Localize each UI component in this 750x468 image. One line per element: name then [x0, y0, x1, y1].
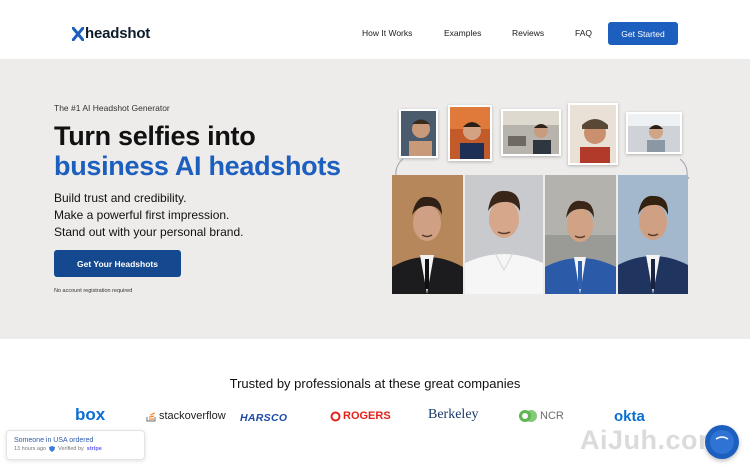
verified-shield-icon	[49, 446, 56, 452]
logo-text: headshot	[85, 25, 151, 42]
watermark: AiJuh.com	[580, 425, 723, 455]
hero-subline-1: Build trust and credibility.	[54, 191, 187, 205]
toast-meta: 13 hours ago Verified by stripe	[14, 446, 102, 452]
selfie-photo-3	[501, 109, 561, 156]
no-registration-note: No account registration required	[54, 288, 133, 294]
hero-subline-3: Stand out with your personal brand.	[54, 225, 244, 239]
nav-reviews[interactable]: Reviews	[512, 28, 544, 38]
stackoverflow-icon	[146, 412, 156, 422]
toast-verified-label: Verified by	[58, 446, 84, 452]
hero-section: The #1 AI Headshot Generator Turn selfie…	[0, 59, 750, 339]
headshot-result-3	[545, 175, 616, 294]
hero-headline-line1: Turn selfies into	[54, 121, 256, 151]
brand-ncr-logo: NCR	[518, 409, 564, 423]
trusted-heading: Trusted by professionals at these great …	[229, 376, 521, 391]
brand-stackoverflow-logo: stackoverflow	[146, 410, 226, 422]
hero-subline-2: Make a powerful first impression.	[54, 208, 230, 222]
get-started-button[interactable]: Get Started	[608, 22, 678, 45]
selfie-photo-5	[626, 112, 682, 154]
headshot-result-4	[618, 175, 688, 294]
hero-eyebrow: The #1 AI Headshot Generator	[54, 103, 170, 113]
stackoverflow-text: stackoverflow	[159, 410, 226, 422]
rogers-text: ROGERS	[343, 410, 391, 422]
selfie-photo-1	[399, 109, 438, 158]
headshot-result-2	[465, 175, 543, 294]
ncr-text: NCR	[540, 410, 564, 422]
selfie-photo-2	[448, 105, 492, 161]
nav-how-it-works[interactable]: How It Works	[362, 28, 412, 38]
brand-berkeley-logo: Berkeley	[428, 407, 479, 422]
selfie-photo-4	[568, 103, 618, 165]
nav-faq[interactable]: FAQ	[575, 28, 592, 38]
brand-okta-logo: okta	[614, 408, 645, 425]
recent-order-toast[interactable]: Someone in USA ordered 13 hours ago Veri…	[6, 430, 145, 460]
brand-rogers-logo: ROGERS	[330, 410, 391, 422]
top-navbar: headshot How It Works Examples Reviews F…	[0, 0, 750, 59]
nav-examples[interactable]: Examples	[444, 28, 481, 38]
stripe-logo: stripe	[86, 446, 102, 452]
toast-time: 13 hours ago	[14, 446, 47, 452]
ncr-icon	[519, 410, 537, 422]
headshot-result-1	[392, 175, 463, 294]
brand-harsco-logo: HARSCO	[240, 412, 288, 424]
chat-bubble-button[interactable]	[705, 425, 739, 459]
get-your-headshots-button[interactable]: Get Your Headshots	[54, 250, 181, 277]
logo[interactable]: headshot	[72, 25, 150, 42]
brand-box-logo: box	[75, 405, 106, 424]
rogers-icon	[330, 411, 341, 421]
toast-title: Someone in USA ordered	[14, 437, 94, 444]
hero-headline-line2: business AI headshots	[54, 151, 341, 181]
chat-icon	[710, 430, 734, 454]
x-logo-icon	[72, 26, 84, 41]
